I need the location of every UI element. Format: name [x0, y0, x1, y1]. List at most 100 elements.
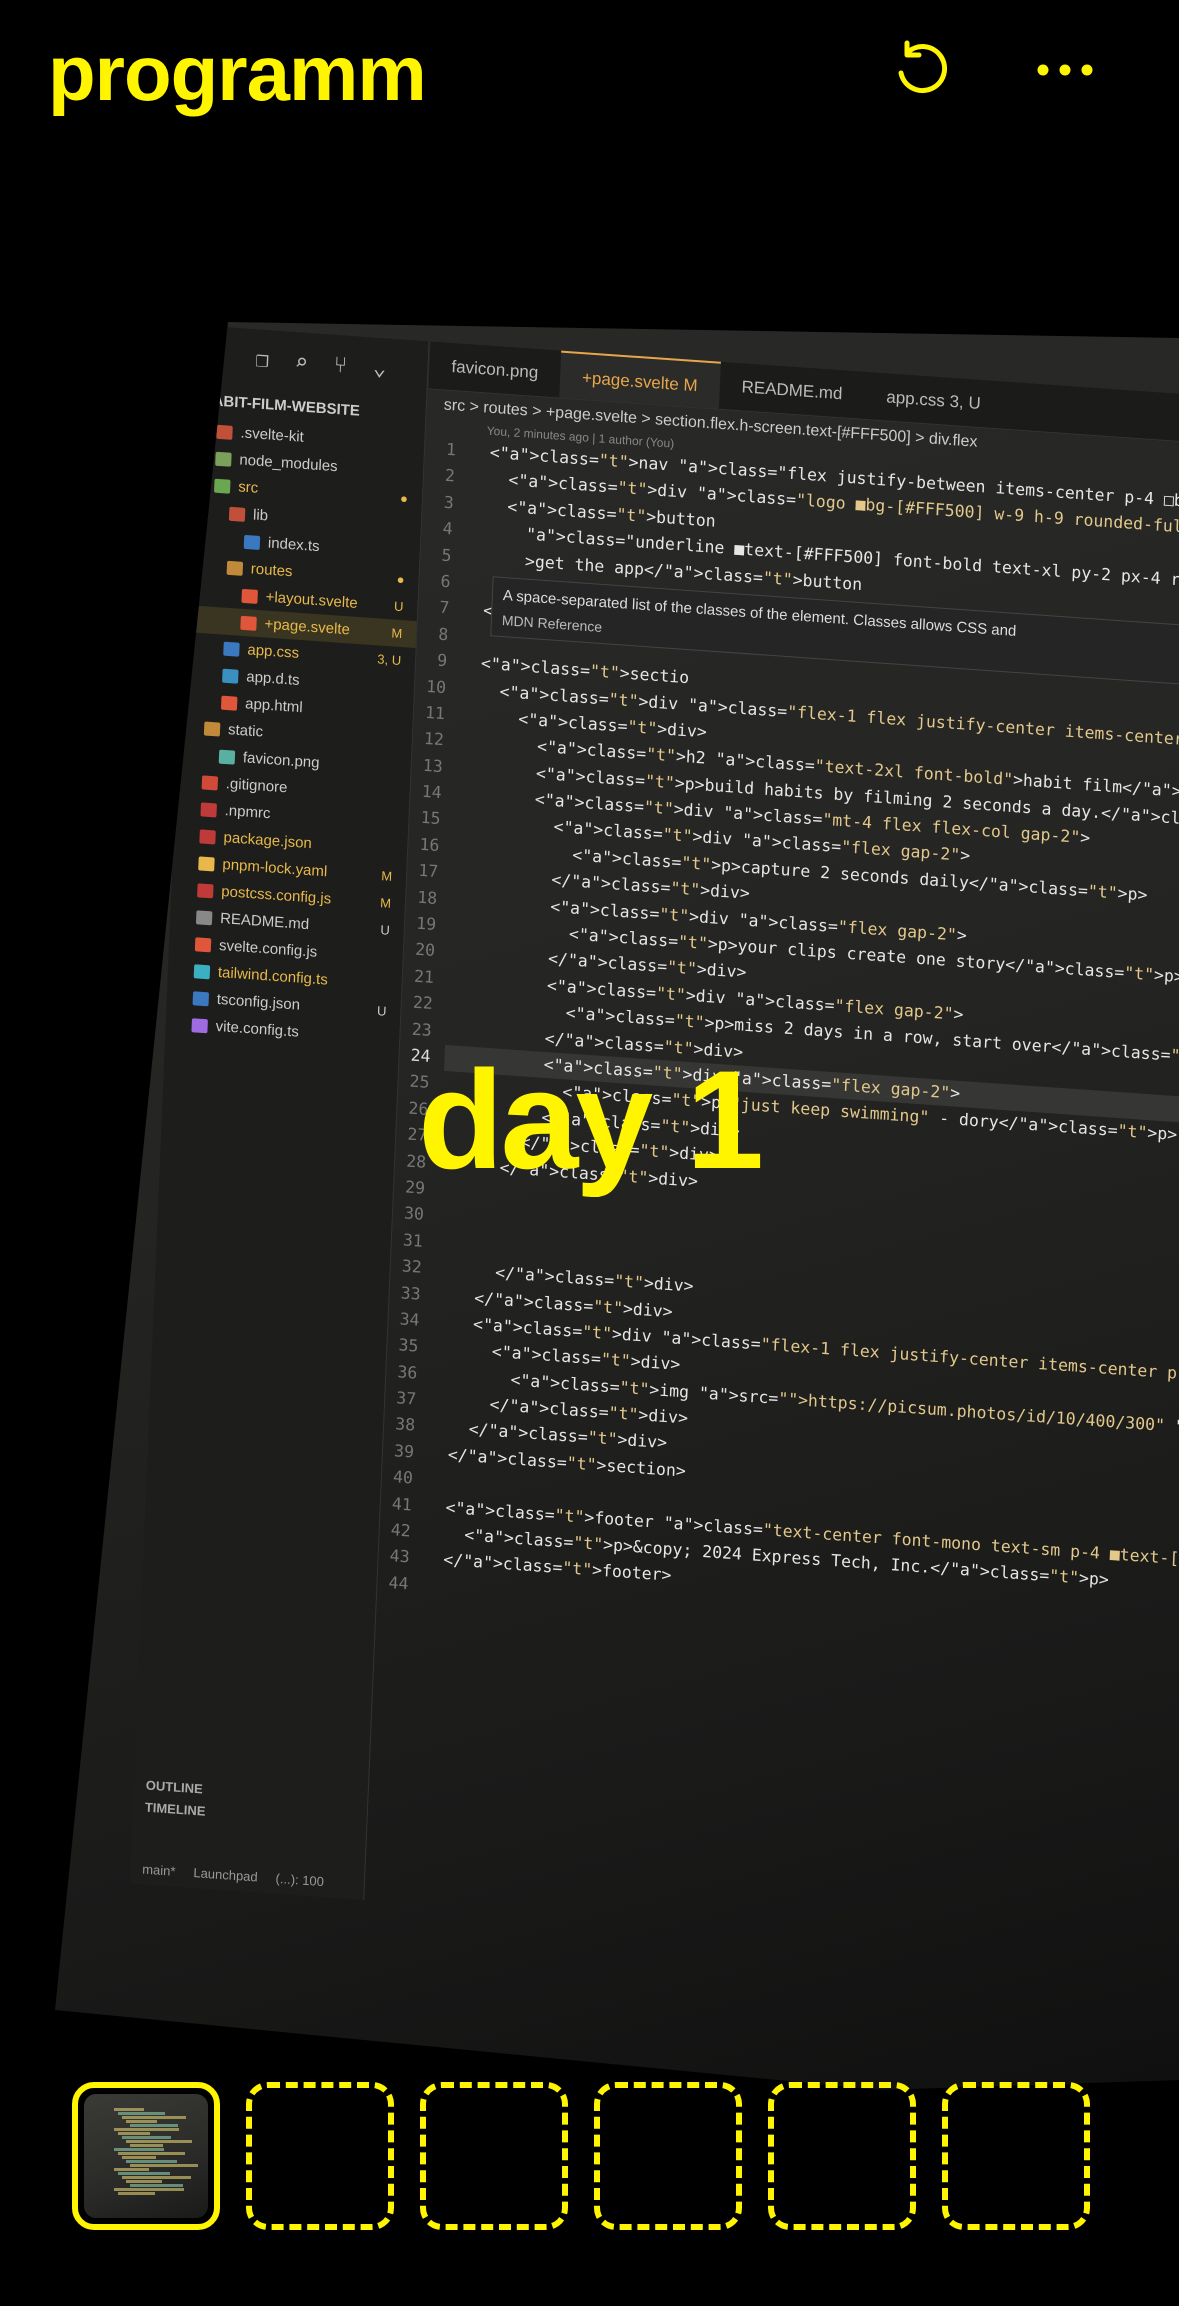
line-number: 3 [443, 492, 455, 513]
file-icon [241, 588, 258, 604]
git-status-badge: U [393, 598, 404, 615]
thumbnail-code-stroke [122, 2156, 156, 2159]
thumbnail-code-stroke [114, 2108, 144, 2111]
empty-clip-slot[interactable] [942, 2082, 1090, 2230]
file-icon [240, 615, 257, 631]
file-icon [228, 506, 246, 522]
undo-icon [898, 40, 948, 94]
file-icon [198, 855, 215, 871]
line-number: 35 [398, 1335, 419, 1356]
file-icon [203, 720, 221, 737]
thumbnail-code-stroke [118, 2172, 170, 2175]
line-number: 16 [419, 834, 440, 855]
line-number: 8 [437, 624, 449, 645]
tree-item-label: app.html [244, 695, 303, 717]
line-number: 15 [420, 808, 441, 829]
line-number: 14 [421, 781, 443, 803]
file-icon [191, 1017, 208, 1033]
editor-tab[interactable]: favicon.png [429, 341, 562, 397]
tree-item-label: .gitignore [225, 775, 288, 797]
line-number: 12 [423, 729, 445, 750]
file-icon [215, 451, 232, 467]
empty-clip-slot[interactable] [246, 2082, 394, 2230]
editor-tab[interactable]: README.md [719, 362, 866, 419]
empty-clip-slot[interactable] [768, 2082, 916, 2230]
thumbnail-code-stroke [126, 2180, 162, 2183]
thumbnail-code-stroke [122, 2176, 191, 2179]
line-number: 1 [445, 439, 457, 460]
file-icon [194, 936, 212, 952]
file-icon [226, 560, 244, 576]
thumbnail-code-stroke [130, 2124, 178, 2127]
file-icon [243, 534, 261, 550]
more-horizontal-icon [1037, 64, 1093, 76]
line-number: 30 [403, 1203, 425, 1225]
line-number: 2 [444, 466, 456, 486]
search-icon: ⌕ [294, 350, 309, 376]
clip-thumbnail-strip [72, 2082, 1090, 2230]
file-icon [220, 695, 238, 711]
line-number: 20 [414, 940, 436, 961]
tree-item-label: src [237, 478, 259, 497]
line-number: 34 [399, 1309, 420, 1330]
page-title: programm [48, 29, 427, 117]
status-bar: main* Launchpad (...): 100 [142, 1858, 325, 1893]
tree-item-label: vite.config.ts [215, 1017, 300, 1041]
thumbnail-code-stroke [130, 2144, 163, 2147]
line-number: 11 [424, 702, 446, 724]
source-control-icon: ⑂ [333, 352, 348, 379]
file-icon [222, 668, 239, 684]
line-number: 19 [415, 913, 437, 935]
line-number: 9 [436, 650, 448, 671]
chevron-down-icon: ⌄ [372, 355, 387, 382]
empty-clip-slot[interactable] [594, 2082, 742, 2230]
thumbnail-code-stroke [130, 2164, 198, 2167]
clip-thumbnail[interactable] [72, 2082, 220, 2230]
file-icon [201, 774, 219, 791]
git-status-badge: M [391, 625, 403, 642]
status-launchpad: Launchpad [193, 1865, 258, 1885]
line-number: 33 [400, 1282, 422, 1304]
file-icon [197, 882, 214, 898]
thumbnail-code-stroke [126, 2120, 157, 2123]
tree-item-label: app.css [247, 641, 300, 662]
line-number: 18 [416, 887, 438, 908]
tree-item-label: index.ts [267, 534, 320, 556]
line-number: 21 [413, 966, 435, 987]
thumbnail-code-stroke [114, 2188, 184, 2191]
line-number: 32 [401, 1256, 423, 1277]
line-number: 39 [393, 1441, 415, 1462]
file-icon [223, 641, 240, 657]
thumbnail-code-stroke [114, 2168, 149, 2171]
thumbnail-code-stroke [130, 2184, 183, 2187]
line-number: 31 [402, 1230, 424, 1251]
line-number: 13 [422, 755, 444, 776]
more-options-button[interactable] [1025, 30, 1105, 110]
line-number: 5 [441, 545, 452, 565]
clip-preview-image [84, 2094, 208, 2218]
line-number: 41 [391, 1493, 413, 1515]
sidebar-panels: OUTLINE TIMELINE main* Launchpad (...): … [142, 1775, 328, 1894]
line-number: 38 [394, 1414, 416, 1436]
git-status-badge: U [380, 922, 391, 938]
undo-button[interactable] [880, 30, 960, 110]
file-icon [192, 990, 210, 1006]
tree-item-label: lib [252, 506, 269, 525]
line-number: 4 [442, 518, 454, 539]
thumbnail-code-stroke [122, 2116, 186, 2119]
editor-tab[interactable]: app.css 3, U [863, 372, 1003, 429]
tree-item-label: static [227, 721, 264, 741]
git-status-badge: M [379, 895, 392, 911]
line-number: 40 [392, 1467, 414, 1488]
thumbnail-code-stroke [126, 2140, 192, 2143]
line-number: 37 [395, 1388, 417, 1409]
file-icon [195, 909, 213, 925]
empty-clip-slot[interactable] [420, 2082, 568, 2230]
thumbnail-code-stroke [114, 2128, 179, 2131]
thumbnail-code-stroke [126, 2160, 177, 2163]
line-number: 17 [418, 860, 439, 882]
thumbnail-code-stroke [118, 2192, 155, 2195]
line-number: 36 [397, 1361, 418, 1383]
git-status-badge: ● [396, 571, 405, 588]
git-status-badge: U [376, 1003, 387, 1019]
